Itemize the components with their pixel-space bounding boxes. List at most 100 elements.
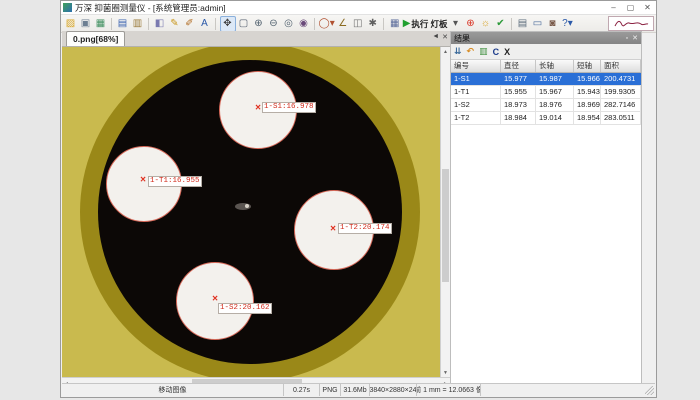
status-format: PNG: [320, 384, 341, 396]
toolbar-separator: [111, 18, 112, 30]
title-bar: 万深 抑菌圈测量仪 - [系统管理员:admin] – ▢ ✕: [61, 1, 656, 15]
toolbar-separator: [215, 18, 216, 30]
camera-source-icon[interactable]: ▣: [79, 17, 93, 31]
chart-icon[interactable]: ▥: [479, 46, 488, 57]
pencil-tool-icon[interactable]: ✎: [168, 17, 182, 31]
main-toolbar-icons: ▨▣▦▤▥◧✎✐A✥▢⊕⊖◎◉◯▾∠◫✱▦▶执行灯板▾⊕☼✔▤▭◙?▾: [63, 16, 575, 32]
toolbar-separator: [148, 18, 149, 30]
cell-id: 1-T2: [451, 112, 501, 124]
table-row[interactable]: 1-S1 15.977 15.987 15.966 200.4731: [451, 73, 641, 86]
tab-close-icon[interactable]: ✕: [442, 33, 448, 41]
cell-id: 1-S1: [451, 73, 501, 85]
status-calibration: 当前 1 mm = 12.0663 像素: [417, 384, 481, 396]
panel-close-icon[interactable]: ✕: [632, 34, 638, 42]
col-header-area[interactable]: 面积: [601, 60, 641, 72]
calibrate-icon[interactable]: ✱: [366, 17, 380, 31]
cell-minor-axis: 18.969: [574, 99, 601, 111]
cell-area: 283.0511: [601, 112, 641, 124]
status-time: 0.27s: [284, 384, 320, 396]
status-dimensions: 3840×2880×24: [370, 384, 417, 396]
zoom-out-icon[interactable]: ⊖: [267, 17, 281, 31]
text-tool-icon[interactable]: A: [198, 17, 212, 31]
status-filesize: 31.6Mb: [341, 384, 370, 396]
zone-center-mark: ×: [255, 103, 261, 114]
run-button[interactable]: ▶执行: [403, 17, 429, 31]
apply-check-icon[interactable]: ✔: [493, 17, 507, 31]
select-region-icon[interactable]: ▢: [237, 17, 251, 31]
results-panel: 结果 ▫ ✕ ⇊↶▥CX 编号 直径 长轴 短轴 面积 1-S1 15.977 …: [450, 31, 642, 386]
report-icon[interactable]: ▥: [131, 17, 145, 31]
monitor-icon[interactable]: ▭: [530, 17, 544, 31]
toolbar-separator: [511, 18, 512, 30]
export-results-icon[interactable]: ⇊: [454, 46, 462, 57]
acquire-image-icon[interactable]: ▦: [94, 17, 108, 31]
cell-minor-axis: 15.943: [574, 86, 601, 98]
minimize-button[interactable]: –: [605, 2, 622, 14]
add-target-icon[interactable]: ⊕: [463, 17, 477, 31]
hand-tool-icon[interactable]: ✥: [220, 16, 236, 32]
col-header-diameter[interactable]: 直径: [501, 60, 536, 72]
cell-id: 1-T1: [451, 86, 501, 98]
brand-logo: [608, 16, 654, 31]
resize-grip[interactable]: [645, 386, 654, 395]
open-folder-icon[interactable]: ▨: [64, 17, 78, 31]
zoom-fit-icon[interactable]: ◎: [282, 17, 296, 31]
zoom-in-icon[interactable]: ⊕: [252, 17, 266, 31]
document-area: 0.png[68%] ◄ ✕ × × × × 1-S1:16.978 1-T: [62, 31, 450, 386]
undo-icon[interactable]: ↶: [467, 46, 475, 57]
dropdown-caret-icon[interactable]: ▾: [448, 17, 462, 31]
toolbar-separator: [314, 18, 315, 30]
zone-center-mark: ×: [140, 175, 146, 186]
grid-icon[interactable]: ▦: [388, 17, 402, 31]
zone-center-mark: ×: [330, 224, 336, 235]
scroll-down-icon[interactable]: ▼: [441, 368, 450, 377]
app-window: 万深 抑菌圈测量仪 - [系统管理员:admin] – ▢ ✕ ▨▣▦▤▥◧✎✐…: [60, 0, 657, 398]
cell-area: 282.7146: [601, 99, 641, 111]
print-icon[interactable]: ▤: [515, 17, 529, 31]
results-table-header: 编号 直径 长轴 短轴 面积: [451, 60, 641, 73]
image-canvas[interactable]: × × × × 1-S1:16.978 1-T1:16.955 1-T2:20.…: [62, 47, 441, 377]
measure-line-icon[interactable]: ∠: [336, 17, 350, 31]
clear-results-button[interactable]: C: [493, 47, 500, 57]
help-icon[interactable]: ?▾: [560, 17, 574, 31]
pin-icon[interactable]: ▫: [626, 35, 628, 42]
cell-area: 200.4731: [601, 73, 641, 85]
table-row[interactable]: 1-T1 15.955 15.967 15.943 199.9305: [451, 86, 641, 99]
table-row[interactable]: 1-S2 18.973 18.976 18.969 282.7146: [451, 99, 641, 112]
eraser-icon[interactable]: ◫: [351, 17, 365, 31]
close-button[interactable]: ✕: [639, 2, 656, 14]
color-picker-icon[interactable]: ◉: [297, 17, 311, 31]
status-filler: [481, 384, 645, 396]
zone-label-1-S1: 1-S1:16.978: [262, 102, 316, 113]
light-panel-button[interactable]: 灯板: [429, 17, 447, 31]
cell-diameter: 18.973: [501, 99, 536, 111]
bulb-icon[interactable]: ☼: [478, 17, 492, 31]
pen-tool-icon[interactable]: ✐: [183, 17, 197, 31]
snapshot-icon[interactable]: ◙: [545, 17, 559, 31]
tab-image[interactable]: 0.png[68%]: [66, 31, 125, 46]
zone-label-1-S2: 1-S2:20.162: [218, 303, 272, 314]
image-adjust-icon[interactable]: ◧: [153, 17, 167, 31]
zone-label-1-T2: 1-T2:20.174: [338, 223, 392, 234]
scroll-up-icon[interactable]: ▲: [441, 47, 450, 56]
tab-bar: 0.png[68%] ◄ ✕: [62, 31, 450, 47]
cell-id: 1-S2: [451, 99, 501, 111]
cell-minor-axis: 15.966: [574, 73, 601, 85]
col-header-id[interactable]: 编号: [451, 60, 501, 72]
brand-logo-signature: [613, 19, 649, 29]
col-header-major-axis[interactable]: 长轴: [536, 60, 574, 72]
vertical-scroll-thumb[interactable]: [442, 169, 449, 282]
cell-diameter: 15.955: [501, 86, 536, 98]
cell-minor-axis: 18.954: [574, 112, 601, 124]
status-bar: 移动图像 0.27s PNG 31.6Mb 3840×2880×24 当前 1 …: [62, 383, 655, 396]
delete-result-button[interactable]: X: [504, 47, 510, 57]
cell-diameter: 18.984: [501, 112, 536, 124]
measure-circle-icon[interactable]: ◯▾: [319, 17, 335, 31]
cell-major-axis: 19.014: [536, 112, 574, 124]
vertical-scrollbar[interactable]: ▲ ▼: [440, 47, 450, 377]
col-header-minor-axis[interactable]: 短轴: [574, 60, 601, 72]
tab-scroll-left-icon[interactable]: ◄: [432, 33, 439, 41]
save-icon[interactable]: ▤: [116, 17, 130, 31]
maximize-button[interactable]: ▢: [622, 2, 639, 14]
table-row[interactable]: 1-T2 18.984 19.014 18.954 283.0511: [451, 112, 641, 125]
